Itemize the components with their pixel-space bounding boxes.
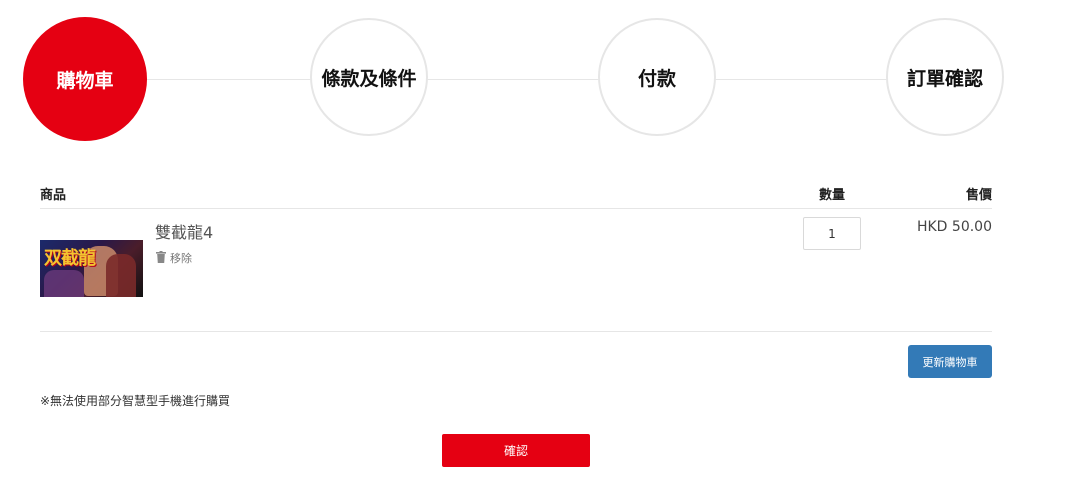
remove-button[interactable]: 移除	[156, 250, 192, 266]
smartphone-notice: ※無法使用部分智慧型手機進行購買	[40, 394, 231, 408]
header-product: 商品	[40, 188, 67, 203]
product-name[interactable]: 雙截龍4	[155, 219, 213, 243]
trash-icon	[156, 250, 166, 266]
step-terms-label: 條款及條件	[321, 67, 417, 90]
step-order-confirmation: 訂單確認	[886, 18, 1004, 136]
checkout-steps: 購物車 條款及條件 付款 訂單確認	[0, 0, 1080, 150]
thumbnail-logo-text: 双截龍	[44, 248, 96, 269]
step-order-confirmation-label: 訂單確認	[906, 67, 983, 90]
thumbnail-figure	[44, 270, 84, 297]
update-cart-button[interactable]: 更新購物車	[908, 345, 992, 378]
step-payment: 付款	[598, 18, 716, 136]
header-quantity: 數量	[819, 188, 846, 203]
steps-connector-line	[85, 79, 947, 80]
confirm-button[interactable]: 確認	[442, 434, 590, 467]
step-terms: 條款及條件	[310, 18, 428, 136]
step-payment-label: 付款	[637, 67, 676, 90]
header-divider	[40, 208, 992, 209]
remove-label: 移除	[170, 252, 192, 265]
quantity-input[interactable]	[803, 217, 861, 250]
header-price: 售價	[965, 188, 992, 203]
step-cart-label: 購物車	[56, 69, 114, 92]
items-divider	[40, 331, 992, 332]
thumbnail-figure	[106, 254, 136, 297]
item-price: HKD 50.00	[916, 219, 992, 235]
step-cart: 購物車	[23, 17, 147, 141]
product-thumbnail[interactable]: 双截龍	[40, 240, 143, 297]
